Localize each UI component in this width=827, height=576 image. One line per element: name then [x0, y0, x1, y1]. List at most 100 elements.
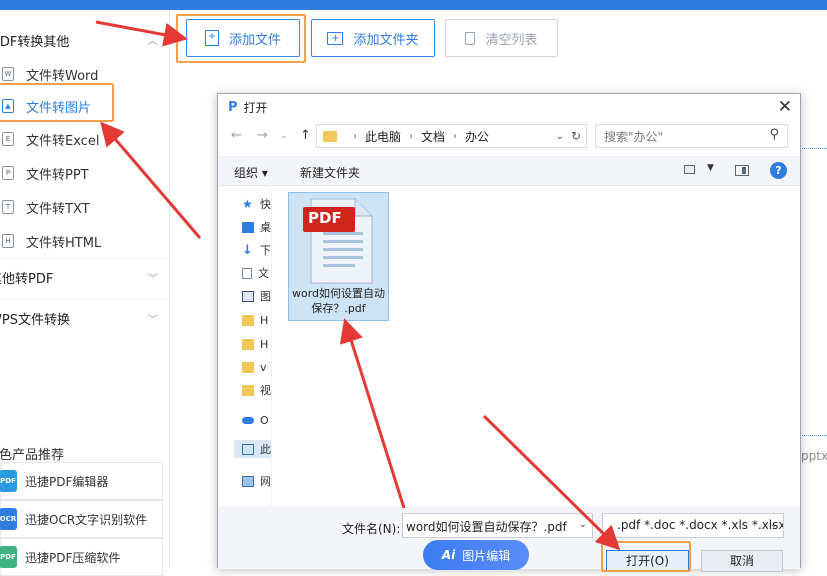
clear-list-label: 清空列表 [485, 32, 538, 48]
nav-this-pc[interactable]: 此 [234, 440, 271, 458]
folder-icon [242, 384, 254, 396]
nav-downloads[interactable]: ↓ 下 [242, 241, 271, 259]
filename-label: 文件名(N): [342, 522, 401, 536]
clear-list-button[interactable]: 清空列表 [445, 19, 558, 57]
view-dropdown-icon[interactable]: ▼ [707, 163, 714, 173]
document-icon [242, 267, 252, 279]
organize-menu[interactable]: 组织 ▾ [234, 164, 268, 181]
add-folder-label: 添加文件夹 [353, 32, 419, 48]
address-bar[interactable]: › 此电脑 › 文档 › 办公 ⌄ ↻ [316, 124, 587, 148]
html-file-icon: H [2, 234, 14, 248]
folder-icon [323, 130, 337, 142]
new-folder-button[interactable]: 新建文件夹 [300, 164, 360, 181]
nav-label: 此 [260, 443, 271, 456]
highlight-add-file [176, 14, 306, 63]
nav-documents[interactable]: 文 [242, 264, 271, 282]
nav-folder[interactable]: 视 [242, 381, 271, 399]
network-icon [242, 475, 254, 487]
command-bar: 组织 ▾ 新建文件夹 ▼ ? [218, 156, 800, 186]
add-folder-icon: + [327, 31, 344, 45]
nav-label: 快 [260, 198, 271, 211]
app-logo-icon: P [228, 99, 238, 115]
add-folder-button[interactable]: + 添加文件夹 [311, 19, 435, 57]
address-row: ← → ⌄ ↑ › 此电脑 › 文档 › 办公 ⌄ ↻ 搜索"办公" ⚲ [218, 124, 800, 150]
highlight-file-to-image [0, 83, 114, 122]
sidebar-header[interactable]: PDF转换其他 ︿ [0, 20, 170, 60]
ai-label: 图片编辑 [462, 548, 511, 563]
nav-label: v [260, 360, 267, 374]
nav-folder[interactable]: v [242, 358, 271, 376]
folder-icon [242, 338, 254, 350]
up-arrow-icon[interactable]: ↑ [300, 128, 311, 143]
ocr-icon: OCR [0, 508, 17, 530]
help-icon[interactable]: ? [770, 162, 787, 179]
file-extension-text: pptx [801, 449, 827, 463]
sidebar-item-html[interactable]: H 文件转HTML [0, 225, 170, 257]
nav-network[interactable]: 网 [242, 472, 271, 490]
nav-desktop[interactable]: 桌 [242, 218, 271, 236]
ppt-file-icon: P [2, 166, 14, 180]
nav-label: O [260, 413, 269, 427]
sidebar-item-label: 文件转Excel [26, 133, 100, 149]
word-file-icon: W [2, 67, 14, 81]
chevron-up-icon: ︿ [147, 34, 158, 47]
desktop-icon [242, 221, 254, 233]
nav-label: 文 [258, 267, 269, 280]
folder-icon [242, 314, 254, 326]
top-bar [0, 0, 827, 10]
promo-pdf-compress[interactable]: PDF 迅捷PDF压缩软件 [0, 538, 163, 576]
file-item[interactable]: PDF word如何设置自动保存？.pdf [288, 192, 389, 321]
sidebar-item-excel[interactable]: E 文件转Excel [0, 123, 170, 155]
navigation-pane: ★ 快 桌 ↓ 下 文 图 H H v 视 O 此 网 [218, 187, 272, 507]
promo-ocr[interactable]: OCR 迅捷OCR文字识别软件 [0, 500, 163, 538]
nav-onedrive[interactable]: O [242, 411, 271, 429]
chevron-down-icon[interactable]: ⌄ [579, 519, 587, 530]
nav-pictures[interactable]: 图 [242, 287, 271, 305]
refresh-icon[interactable]: ↻ [571, 129, 581, 143]
search-placeholder: 搜索"办公" [604, 129, 664, 144]
section-label: WPS文件转换 [0, 313, 70, 328]
highlight-open-button [601, 541, 691, 572]
sidebar-item-label: 文件转Word [26, 68, 99, 84]
path-segment[interactable]: 文档 [421, 128, 445, 145]
search-input[interactable]: 搜索"办公" ⚲ [595, 124, 788, 148]
path-segment[interactable]: 办公 [465, 128, 489, 145]
nav-folder[interactable]: H [242, 311, 271, 329]
pdf-compress-icon: PDF [0, 546, 17, 568]
nav-label: 下 [260, 244, 271, 257]
nav-folder[interactable]: H [242, 335, 271, 353]
chevron-down-icon[interactable]: ⌄ [770, 519, 778, 530]
sidebar-item-label: 文件转PPT [26, 167, 89, 183]
pictures-icon [242, 290, 254, 302]
trash-icon [465, 31, 476, 45]
close-icon[interactable]: ✕ [778, 97, 792, 117]
nav-label: 桌 [260, 221, 271, 234]
ai-image-edit-button[interactable]: Ai 图片编辑 [423, 540, 529, 570]
sidebar-item-txt[interactable]: T 文件转TXT [0, 191, 170, 223]
sidebar-item-ppt[interactable]: P 文件转PPT [0, 157, 170, 189]
nav-quick-access[interactable]: ★ 快 [242, 195, 271, 213]
cancel-button[interactable]: 取消 [701, 550, 783, 572]
forward-arrow-icon[interactable]: → [257, 128, 268, 143]
star-icon: ★ [242, 196, 253, 211]
dotted-line [800, 148, 827, 149]
recent-dropdown-icon[interactable]: ⌄ [280, 131, 288, 141]
view-icon[interactable] [684, 165, 695, 174]
chevron-down-icon[interactable]: ⌄ [556, 131, 564, 142]
chevron-right-icon: › [409, 130, 414, 142]
sidebar-section-other-to-pdf[interactable]: 其他转PDF ﹀ [0, 258, 170, 296]
preview-pane-icon[interactable] [735, 165, 749, 176]
filename-input[interactable]: word如何设置自动保存？.pdf ⌄ [402, 513, 593, 538]
cloud-icon [242, 416, 254, 424]
excel-file-icon: E [2, 132, 14, 146]
nav-label: 网 [260, 475, 271, 488]
sidebar-section-wps[interactable]: WPS文件转换 ﹀ [0, 299, 170, 337]
ai-badge: Ai [441, 548, 456, 562]
dialog-title: 打开 [243, 100, 268, 115]
download-icon: ↓ [242, 242, 253, 258]
promo-label: 迅捷PDF编辑器 [25, 474, 109, 489]
file-type-select[interactable]: .pdf *.doc *.docx *.xls *.xlsx ⌄ [602, 513, 784, 538]
path-segment[interactable]: 此电脑 [365, 128, 401, 145]
back-arrow-icon[interactable]: ← [231, 128, 242, 143]
promo-pdf-editor[interactable]: PDF 迅捷PDF编辑器 [0, 462, 163, 500]
